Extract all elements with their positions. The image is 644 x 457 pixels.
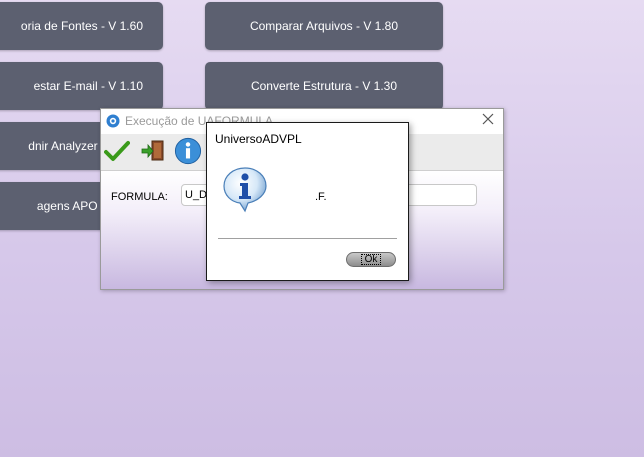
menu-button-label: estar E-mail - V 1.10 <box>33 79 143 93</box>
menu-button-label: oria de Fontes - V 1.60 <box>20 19 143 33</box>
exit-door-icon[interactable] <box>139 137 167 165</box>
menu-button-email[interactable]: estar E-mail - V 1.10 <box>0 62 163 110</box>
app-icon <box>106 114 120 128</box>
message-text: .F. <box>315 191 327 203</box>
message-box: UniversoADVPL .F. Ok <box>206 122 409 281</box>
confirm-check-icon[interactable] <box>103 137 131 165</box>
menu-button-label: Converte Estrutura - V 1.30 <box>250 79 398 93</box>
message-box-title: UniversoADVPL <box>215 132 302 146</box>
info-icon <box>223 167 267 213</box>
menu-button-converte-estrutura[interactable]: Converte Estrutura - V 1.30 <box>205 62 443 110</box>
menu-button-label: Comparar Arquivos - V 1.80 <box>249 19 399 33</box>
info-icon[interactable] <box>174 137 202 165</box>
menu-button-fontes[interactable]: oria de Fontes - V 1.60 <box>0 2 163 50</box>
close-icon[interactable] <box>481 112 495 126</box>
menu-button-comparar-arquivos[interactable]: Comparar Arquivos - V 1.80 <box>205 2 443 50</box>
formula-label: FORMULA: <box>111 191 168 203</box>
divider <box>218 238 397 239</box>
ok-button[interactable]: Ok <box>346 252 396 267</box>
ok-button-label: Ok <box>360 254 382 265</box>
